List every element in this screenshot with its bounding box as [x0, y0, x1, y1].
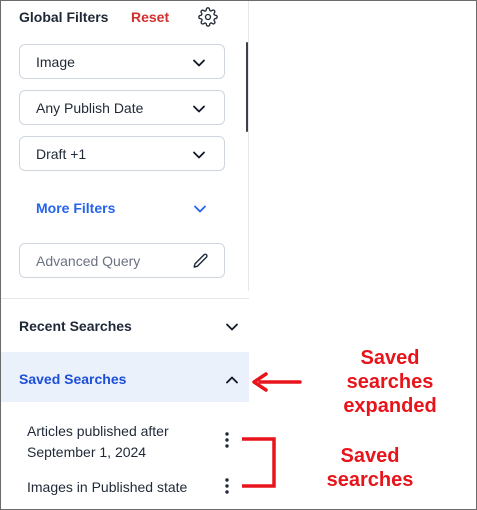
chevron-down-icon	[194, 205, 206, 213]
kebab-menu-icon[interactable]	[220, 476, 234, 496]
more-filters-label: More Filters	[36, 200, 116, 216]
section-divider	[1, 298, 249, 299]
recent-searches-label: Recent Searches	[19, 318, 132, 334]
recent-searches-header[interactable]: Recent Searches	[1, 302, 249, 352]
chevron-down-icon	[193, 59, 205, 67]
content-type-select[interactable]: Image	[19, 44, 225, 79]
advanced-query-placeholder: Advanced Query	[36, 253, 141, 269]
annotation-expanded-line1: Saved	[360, 347, 420, 369]
chevron-up-icon	[226, 376, 238, 384]
saved-searches-header[interactable]: Saved Searches	[1, 352, 249, 402]
annotation-items-line2: searches	[326, 469, 414, 491]
arrow-left-icon	[252, 372, 302, 392]
annotation-items-line1: Saved	[340, 445, 400, 467]
gear-icon[interactable]	[198, 7, 218, 27]
advanced-query-field[interactable]: Advanced Query	[19, 243, 225, 278]
annotation-expanded-line2: searches	[346, 371, 434, 393]
bracket-icon	[242, 437, 276, 488]
global-filters-title: Global Filters	[19, 9, 109, 25]
publish-date-select[interactable]: Any Publish Date	[19, 90, 225, 125]
more-filters-toggle[interactable]: More Filters	[19, 196, 225, 222]
saved-searches-label: Saved Searches	[19, 371, 127, 387]
saved-search-item[interactable]: Articles published after September 1, 20…	[27, 421, 169, 463]
pencil-icon[interactable]	[191, 252, 210, 271]
reset-button[interactable]: Reset	[131, 9, 169, 25]
chevron-down-icon	[193, 105, 205, 113]
saved-search-title-line1: Articles published after	[27, 423, 169, 439]
publish-date-value: Any Publish Date	[36, 100, 144, 116]
panel-divider	[248, 1, 249, 291]
status-value: Draft +1	[36, 146, 87, 162]
saved-search-title-line1: Images in Published state	[27, 479, 188, 495]
chevron-down-icon	[226, 323, 238, 331]
annotation-expanded-line3: expanded	[343, 395, 437, 417]
scrollbar[interactable]	[246, 42, 248, 132]
saved-search-title-line2: September 1, 2024	[27, 444, 147, 460]
annotation-saved-searches: Saved searches	[310, 444, 430, 492]
chevron-down-icon	[193, 151, 205, 159]
kebab-menu-icon[interactable]	[220, 430, 234, 450]
saved-search-item[interactable]: Images in Published state	[27, 477, 187, 498]
annotation-saved-searches-expanded: Saved searches expanded	[330, 346, 450, 418]
status-select[interactable]: Draft +1	[19, 136, 225, 171]
content-type-value: Image	[36, 54, 75, 70]
